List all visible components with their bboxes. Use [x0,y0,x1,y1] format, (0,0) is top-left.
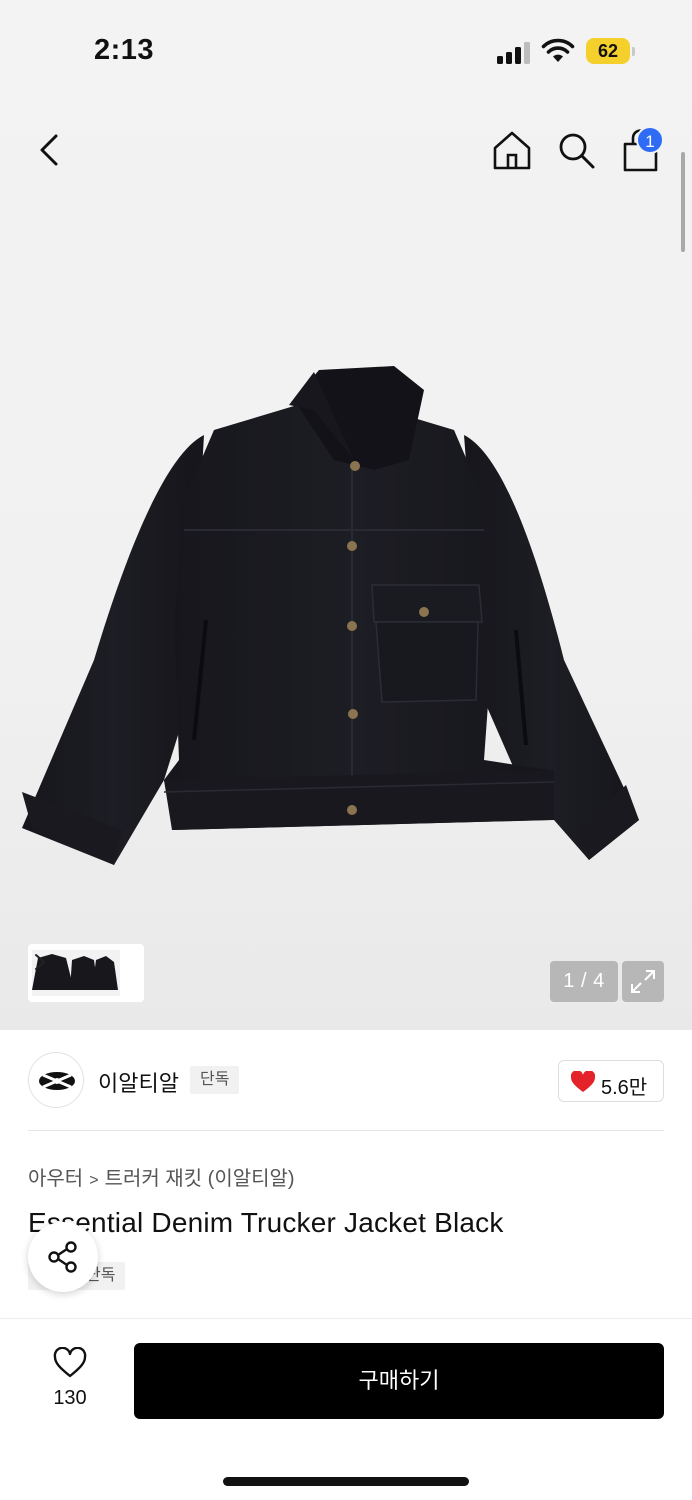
home-indicator [223,1477,469,1486]
share-icon [48,1241,77,1273]
buy-button[interactable]: 구매하기 [134,1343,664,1419]
heart-outline-icon [53,1347,87,1378]
wishlist-button[interactable]: 130 [38,1347,102,1409]
top-navigation: 1 [0,118,692,182]
chevron-right-icon [35,954,46,970]
home-icon [493,131,531,170]
search-button[interactable] [554,128,598,172]
back-button[interactable] [30,128,70,172]
product-title: Essential Denim Trucker Jacket Black [28,1207,504,1238]
brand-like-button[interactable]: 5.6만 [558,1060,664,1102]
cellular-signal-icon [497,42,530,64]
brand-like-count: 5.6만 [601,1077,648,1099]
fullscreen-button[interactable] [622,961,664,1002]
chevron-left-icon [40,134,58,166]
scroll-indicator [681,152,685,252]
breadcrumb: 아우터 > 트러커 재킷 (이알티알) [28,1162,295,1191]
status-bar: 2:13 62 [0,0,692,100]
share-button[interactable] [28,1222,98,1292]
breadcrumb-item-category[interactable]: 아우터 [28,1168,83,1190]
product-image[interactable] [14,360,654,870]
brand-logo[interactable] [28,1052,84,1108]
battery-level: 62 [597,41,619,61]
wifi-icon [541,38,575,62]
thumbnail-strip[interactable] [28,944,144,1002]
breadcrumb-item-subcategory[interactable]: 트러커 재킷 (이알티알) [105,1168,295,1190]
home-button[interactable] [490,128,534,172]
wishlist-count: 130 [53,1387,87,1409]
battery-indicator: 62 [586,38,636,64]
status-time: 2:13 [94,34,155,66]
expand-icon [631,970,655,993]
brand-row: 이알티알 단독 5.6만 [0,1030,692,1130]
divider [28,1130,664,1131]
search-icon [559,133,595,169]
bottom-action-bar: 130 구매하기 [0,1318,692,1500]
brand-logo-mark [39,1072,75,1090]
heart-filled-icon [571,1071,595,1092]
cart-badge: 1 [636,126,664,154]
image-counter: 1 / 4 [550,961,618,1002]
brand-name[interactable]: 이알티알 [98,1066,179,1098]
exclusive-badge: 단독 [190,1066,240,1094]
cart-button[interactable]: 1 [616,124,666,174]
product-gallery[interactable]: 2:13 62 1 1 / 4 [0,0,692,1030]
breadcrumb-separator: > [89,1172,99,1189]
